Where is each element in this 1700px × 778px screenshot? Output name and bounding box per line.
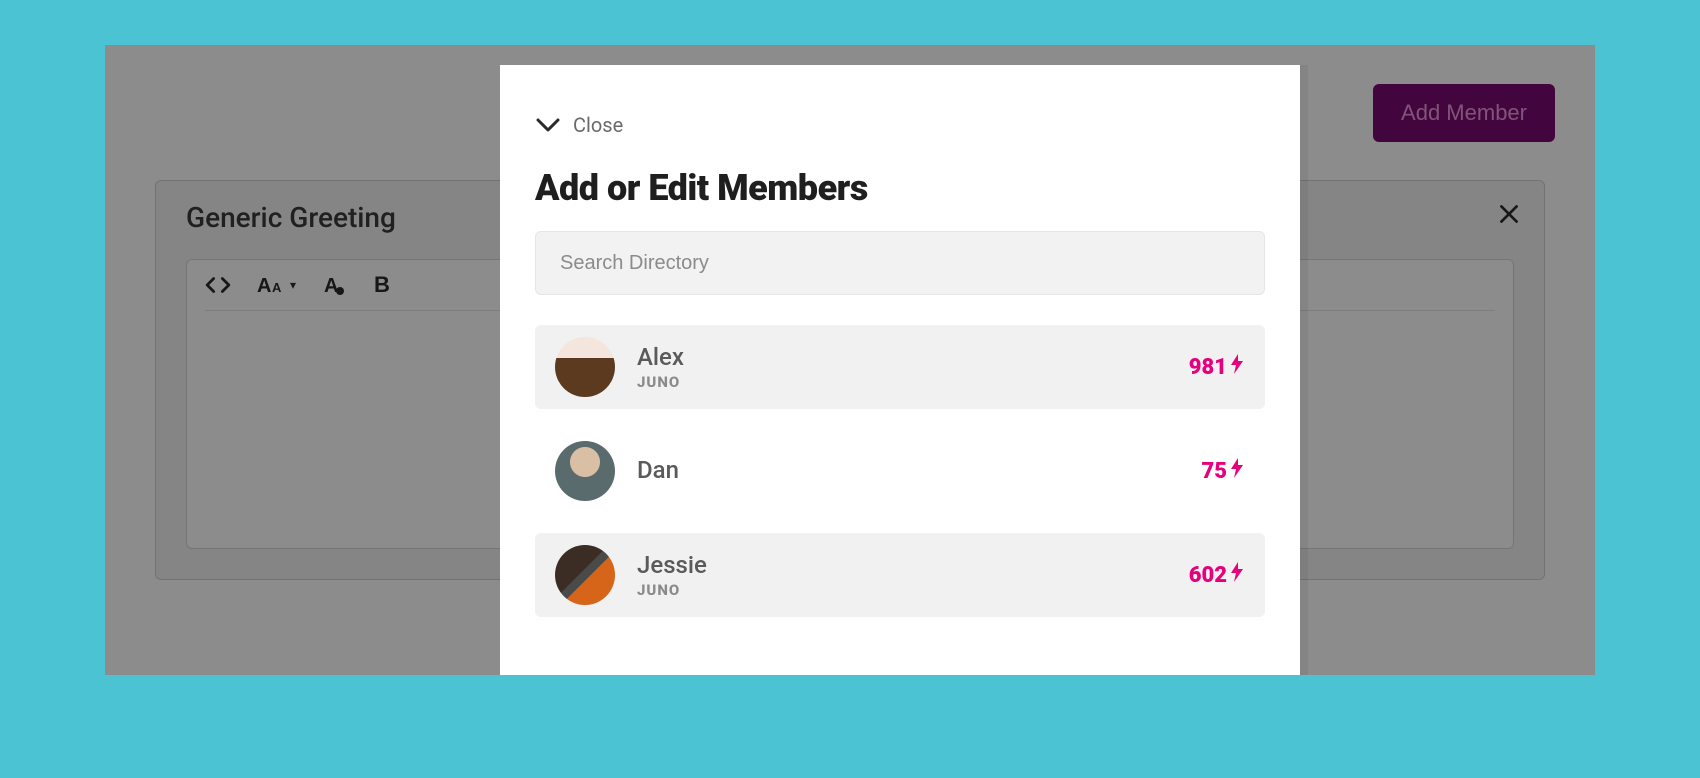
add-member-button[interactable]: Add Member [1373, 84, 1555, 142]
member-name: Jessie [637, 551, 1189, 579]
close-modal-button[interactable]: Close [535, 65, 1265, 167]
member-text: Dan [637, 456, 1201, 486]
search-directory-input[interactable] [535, 231, 1265, 295]
add-edit-members-modal: Close Add or Edit Members Alex JUNO 981 [500, 65, 1300, 675]
avatar [555, 545, 615, 605]
bold-icon: B [372, 274, 394, 296]
member-score: 75 [1201, 458, 1245, 484]
close-icon [1496, 201, 1522, 227]
score-value: 981 [1189, 355, 1227, 380]
font-size-button[interactable]: A A ▾ [257, 274, 296, 296]
member-score: 981 [1189, 354, 1245, 380]
frame: Add Member Generic Greeting [0, 0, 1700, 778]
chevron-down-icon [535, 116, 561, 134]
member-text: Alex JUNO [637, 343, 1189, 391]
member-name: Alex [637, 343, 1189, 371]
score-value: 602 [1189, 563, 1227, 588]
avatar [555, 337, 615, 397]
code-icon [205, 274, 231, 296]
app-window: Add Member Generic Greeting [105, 45, 1595, 675]
member-row[interactable]: Jessie JUNO 602 [535, 533, 1265, 617]
member-text: Jessie JUNO [637, 551, 1189, 599]
score-value: 75 [1201, 459, 1227, 484]
member-org: JUNO [637, 373, 1189, 391]
svg-text:A: A [257, 275, 271, 296]
chevron-down-icon: ▾ [290, 278, 296, 292]
member-row[interactable]: Dan 75 [535, 429, 1265, 513]
avatar [555, 441, 615, 501]
svg-text:A: A [272, 280, 282, 295]
close-panel-button[interactable] [1496, 201, 1522, 231]
member-name: Dan [637, 456, 1201, 484]
modal-title: Add or Edit Members [535, 167, 1265, 209]
bolt-icon [1229, 354, 1245, 380]
member-row[interactable]: Alex JUNO 981 [535, 325, 1265, 409]
bolt-icon [1229, 562, 1245, 588]
member-org: JUNO [637, 581, 1189, 599]
code-view-button[interactable] [205, 274, 231, 296]
member-score: 602 [1189, 562, 1245, 588]
font-color-button[interactable]: A [322, 274, 346, 296]
close-modal-label: Close [573, 113, 623, 137]
member-list: Alex JUNO 981 Dan [535, 325, 1265, 617]
font-size-icon: A A [257, 274, 287, 296]
font-color-icon: A [322, 274, 346, 296]
svg-text:B: B [374, 274, 390, 296]
bolt-icon [1229, 458, 1245, 484]
svg-text:A: A [324, 275, 338, 296]
bold-button[interactable]: B [372, 274, 394, 296]
